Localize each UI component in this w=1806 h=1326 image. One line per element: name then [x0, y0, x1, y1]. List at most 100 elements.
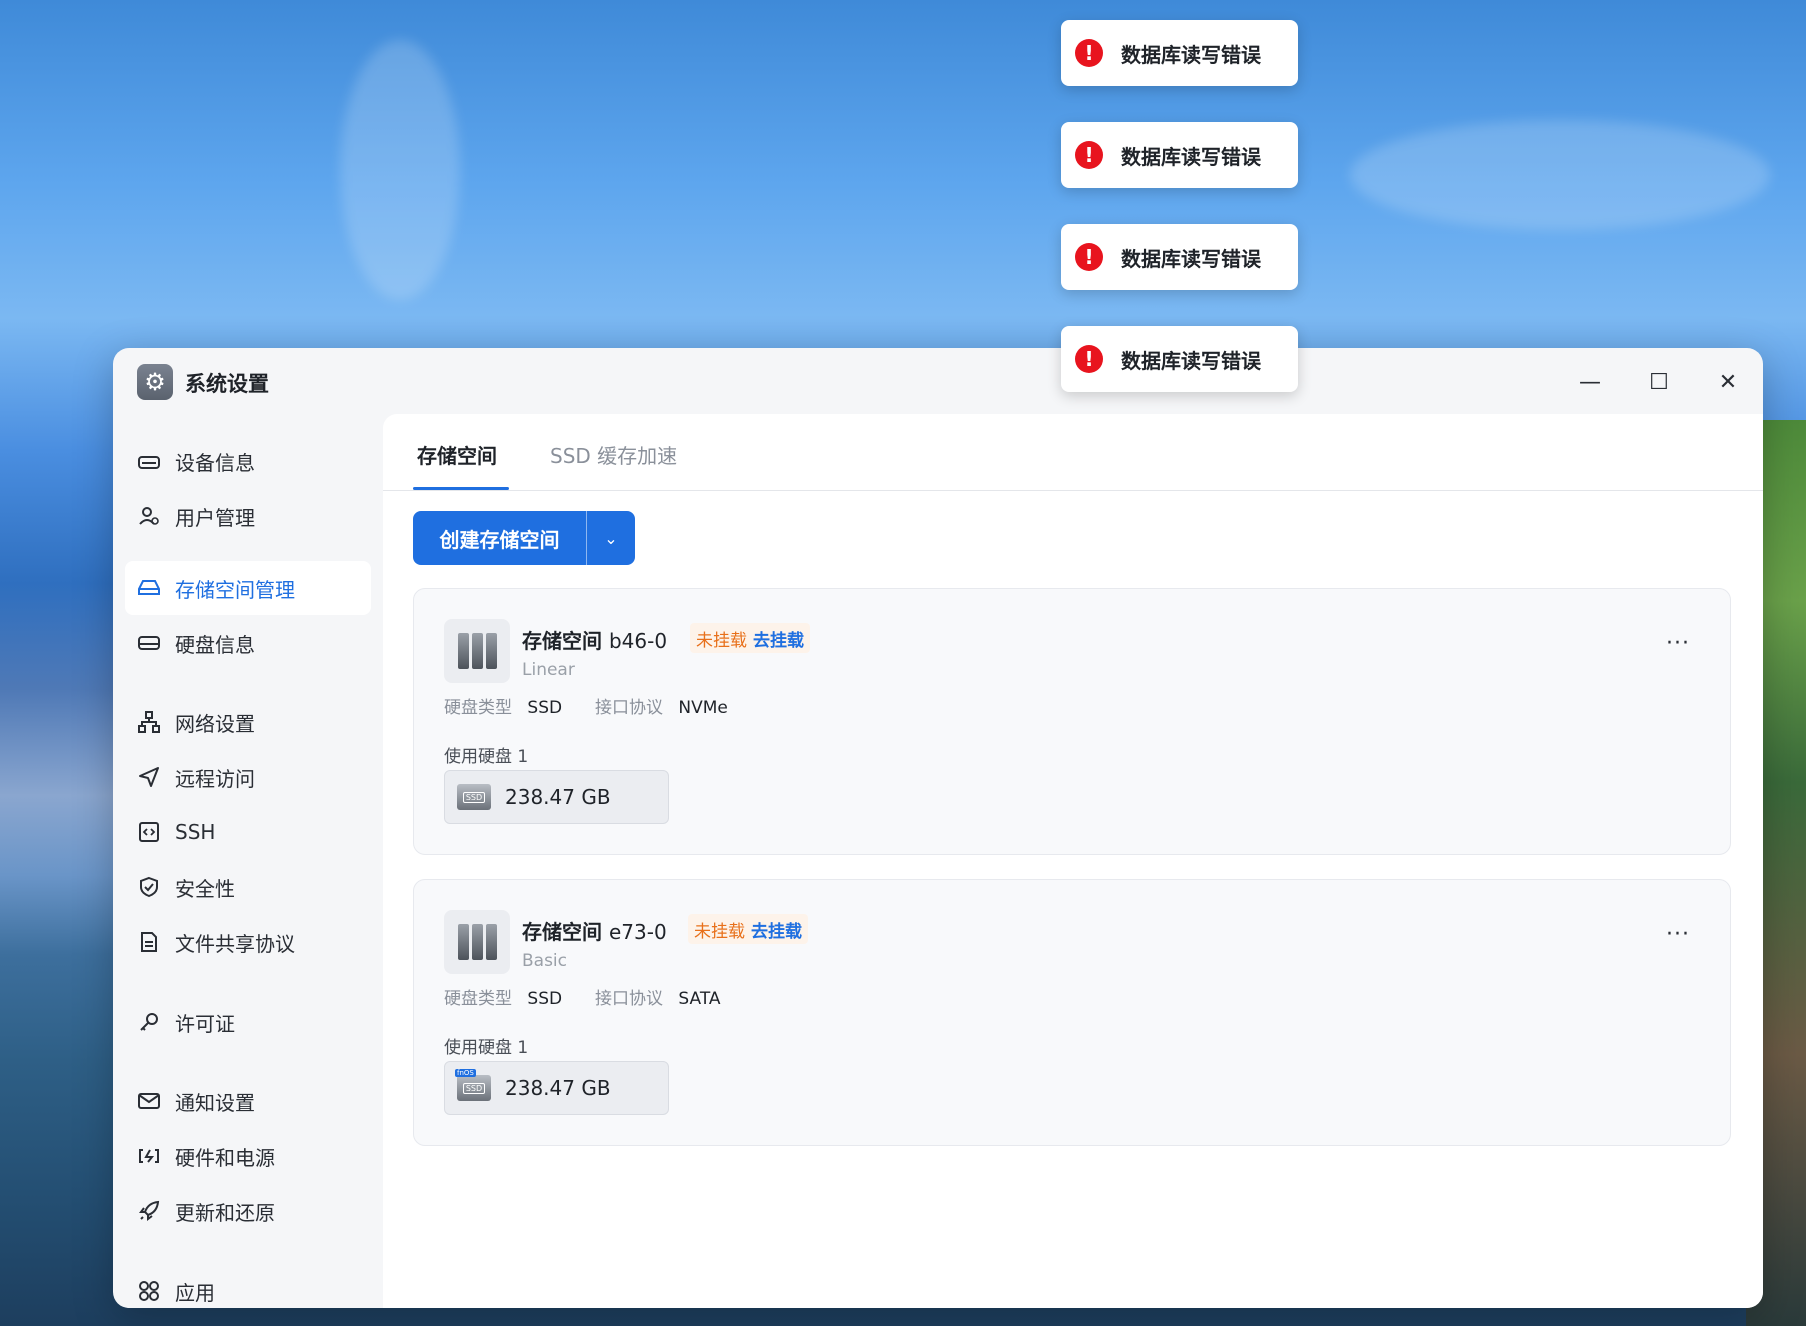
tab-bar: 存储空间 SSD 缓存加速: [383, 414, 1763, 491]
more-options-button[interactable]: ···: [1666, 631, 1690, 656]
sidebar-item-user-management[interactable]: 用户管理: [125, 489, 371, 543]
file-icon: [137, 930, 161, 954]
maximize-icon: ☐: [1649, 369, 1669, 395]
storage-card: 存储空间 e73-0 未挂载 去挂载 Basic 硬盘类型 SSD 接口协议 S…: [413, 879, 1731, 1146]
disk-type-label: 硬盘类型: [444, 698, 512, 718]
background-cloud: [1350, 120, 1770, 230]
more-options-button[interactable]: ···: [1666, 922, 1690, 947]
sidebar-item-label: 设备信息: [175, 450, 255, 475]
sidebar-item-apps[interactable]: 应用: [125, 1264, 371, 1308]
error-toast: ! 数据库读写错误: [1061, 20, 1298, 86]
sidebar-item-label: 硬件和电源: [175, 1145, 275, 1170]
sidebar-item-disk-info[interactable]: 硬盘信息: [125, 616, 371, 670]
create-storage-button-group: 创建存储空间 ⌄: [413, 511, 635, 565]
protocol-label: 接口协议: [595, 989, 663, 1009]
shield-icon: [137, 875, 161, 899]
sidebar-item-label: 文件共享协议: [175, 931, 295, 956]
disk-chip[interactable]: SSD 238.47 GB: [444, 770, 669, 824]
sidebar-item-file-sharing[interactable]: 文件共享协议: [125, 915, 371, 969]
sidebar: 设备信息 用户管理 存储空间管理 硬盘信息 网络设置 远程访问 SSH 安全性 …: [113, 414, 383, 1308]
storage-pool-icon: [444, 619, 510, 683]
power-icon: [137, 1144, 161, 1168]
maximize-button[interactable]: ☐: [1639, 364, 1679, 400]
minimize-icon: —: [1579, 369, 1601, 395]
storage-name: 存储空间: [522, 920, 602, 944]
mount-status: 未挂载: [696, 630, 747, 651]
sidebar-item-license[interactable]: 许可证: [125, 995, 371, 1049]
error-icon: !: [1075, 243, 1103, 271]
sidebar-item-label: 许可证: [175, 1011, 235, 1036]
mount-link[interactable]: 去挂载: [751, 917, 802, 942]
mail-icon: [137, 1089, 161, 1113]
sidebar-item-hardware-power[interactable]: 硬件和电源: [125, 1129, 371, 1183]
protocol-meta: 接口协议 SATA: [595, 984, 721, 1009]
settings-window: ⚙ 系统设置 — ☐ ✕ 设备信息 用户管理 存储空间管理 硬盘信息 网络设置 …: [113, 348, 1763, 1308]
toast-message: 数据库读写错误: [1121, 348, 1261, 373]
sidebar-item-label: 远程访问: [175, 766, 255, 791]
mount-status-badge: 未挂载 去挂载: [688, 914, 808, 944]
user-icon: [137, 504, 161, 528]
toast-message: 数据库读写错误: [1121, 42, 1261, 67]
key-icon: [137, 1010, 161, 1034]
mount-status: 未挂载: [694, 921, 745, 942]
sidebar-item-remote-access[interactable]: 远程访问: [125, 750, 371, 804]
sidebar-item-label: 用户管理: [175, 505, 255, 530]
ssd-icon: SSD fnOS: [455, 1069, 491, 1101]
network-icon: [137, 710, 161, 734]
storage-icon: [137, 576, 161, 600]
storage-id: b46-0: [608, 629, 668, 653]
window-title: 系统设置: [185, 372, 269, 396]
disks-used-caption: 使用硬盘 1: [444, 747, 529, 767]
disk-size: 238.47 GB: [505, 1076, 611, 1100]
disk-type-meta: 硬盘类型 SSD: [444, 984, 562, 1009]
sidebar-item-storage-management[interactable]: 存储空间管理: [125, 561, 371, 615]
disk-type-label: 硬盘类型: [444, 989, 512, 1009]
raid-type: Linear: [522, 660, 575, 680]
storage-name: 存储空间: [522, 629, 602, 653]
toast-message: 数据库读写错误: [1121, 144, 1261, 169]
sidebar-item-label: SSH: [175, 820, 216, 844]
sidebar-item-ssh[interactable]: SSH: [125, 805, 371, 859]
error-icon: !: [1075, 39, 1103, 67]
raid-type: Basic: [522, 951, 568, 971]
sidebar-item-network[interactable]: 网络设置: [125, 695, 371, 749]
apps-icon: [137, 1279, 161, 1303]
disk-size: 238.47 GB: [505, 785, 611, 809]
sidebar-item-label: 通知设置: [175, 1090, 255, 1115]
code-icon: [137, 820, 161, 844]
active-tab-indicator: [413, 487, 509, 490]
title-bar[interactable]: ⚙ 系统设置 — ☐ ✕: [113, 348, 1763, 414]
sidebar-item-label: 应用: [175, 1280, 215, 1305]
mount-link[interactable]: 去挂载: [753, 626, 804, 651]
disk-type-meta: 硬盘类型 SSD: [444, 693, 562, 718]
minimize-button[interactable]: —: [1570, 364, 1610, 400]
ssd-icon: SSD: [457, 784, 491, 810]
error-toast: ! 数据库读写错误: [1061, 326, 1298, 392]
protocol-label: 接口协议: [595, 698, 663, 718]
close-icon: ✕: [1718, 369, 1738, 395]
error-toast: ! 数据库读写错误: [1061, 122, 1298, 188]
create-storage-button[interactable]: 创建存储空间: [413, 511, 587, 565]
sidebar-item-notifications[interactable]: 通知设置: [125, 1074, 371, 1128]
close-button[interactable]: ✕: [1708, 364, 1748, 400]
sidebar-item-label: 硬盘信息: [175, 632, 255, 657]
sidebar-item-device-info[interactable]: 设备信息: [125, 434, 371, 488]
disk-type-value: SSD: [527, 698, 563, 718]
disks-used-caption: 使用硬盘 1: [444, 1038, 529, 1058]
sidebar-item-update-restore[interactable]: 更新和还原: [125, 1184, 371, 1238]
sidebar-item-security[interactable]: 安全性: [125, 860, 371, 914]
tab-storage-space[interactable]: 存储空间: [417, 440, 497, 491]
ssd-icon-label: SSD: [462, 1082, 486, 1094]
rocket-icon: [137, 1199, 161, 1223]
sidebar-item-label: 存储空间管理: [175, 577, 295, 602]
error-icon: !: [1075, 141, 1103, 169]
toast-message: 数据库读写错误: [1121, 246, 1261, 271]
disk-chip[interactable]: SSD fnOS 238.47 GB: [444, 1061, 669, 1115]
device-icon: [137, 449, 161, 473]
storage-id: e73-0: [608, 920, 667, 944]
storage-title: 存储空间 e73-0: [522, 916, 667, 945]
tab-ssd-cache[interactable]: SSD 缓存加速: [550, 440, 677, 491]
mount-status-badge: 未挂载 去挂载: [690, 623, 810, 653]
create-storage-dropdown[interactable]: ⌄: [587, 511, 635, 565]
storage-pool-icon: [444, 910, 510, 974]
